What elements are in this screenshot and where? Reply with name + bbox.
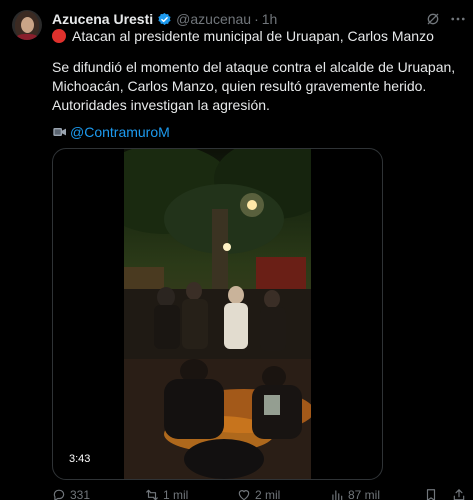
- video-duration: 3:43: [64, 452, 96, 466]
- tweet[interactable]: Azucena Uresti @azucenau · 1h Atacan al …: [0, 0, 473, 500]
- video-player[interactable]: 3:43: [52, 148, 383, 480]
- separator-dot: ·: [254, 11, 259, 27]
- video-camera-icon: [53, 128, 66, 136]
- views-icon: [332, 490, 343, 500]
- timestamp[interactable]: 1h: [262, 11, 278, 27]
- tweet-header: Azucena Uresti @azucenau · 1h: [52, 10, 277, 28]
- like-count: 2 mil: [255, 488, 281, 500]
- video-scene: [124, 149, 311, 479]
- author-handle[interactable]: @azucenau: [176, 11, 251, 27]
- views-button[interactable]: 87 mil: [330, 488, 380, 500]
- author-name[interactable]: Azucena Uresti: [52, 11, 153, 27]
- bookmark-icon: [426, 489, 436, 500]
- avatar[interactable]: [12, 10, 42, 40]
- reply-count: 331: [70, 488, 91, 500]
- bookmark-button[interactable]: [424, 488, 442, 500]
- mention-line: @ContramuroM: [52, 124, 170, 140]
- retweet-count: 1 mil: [163, 488, 189, 500]
- tweet-actions: 331 1 mil 2 mil 87 mil: [52, 488, 472, 500]
- views-count: 87 mil: [348, 488, 381, 500]
- reply-icon: [53, 489, 65, 500]
- grok-icon[interactable]: [425, 11, 441, 27]
- mention-link[interactable]: @ContramuroM: [70, 124, 170, 140]
- more-icon[interactable]: [449, 10, 467, 28]
- retweet-icon: [146, 489, 158, 500]
- tweet-headline: Atacan al presidente municipal de Uruapa…: [52, 28, 434, 44]
- share-icon: [453, 489, 465, 500]
- share-button[interactable]: [452, 488, 470, 500]
- like-button[interactable]: 2 mil: [237, 488, 280, 500]
- retweet-button[interactable]: 1 mil: [145, 488, 188, 500]
- headline-text: Atacan al presidente municipal de Uruapa…: [72, 28, 434, 44]
- video-frame[interactable]: [124, 149, 311, 479]
- verified-badge-icon: [158, 12, 171, 25]
- red-circle-icon: [52, 29, 66, 43]
- reply-button[interactable]: 331: [52, 488, 90, 500]
- heart-icon: [238, 490, 250, 500]
- tweet-body: Se difundió el momento del ataque contra…: [52, 59, 456, 113]
